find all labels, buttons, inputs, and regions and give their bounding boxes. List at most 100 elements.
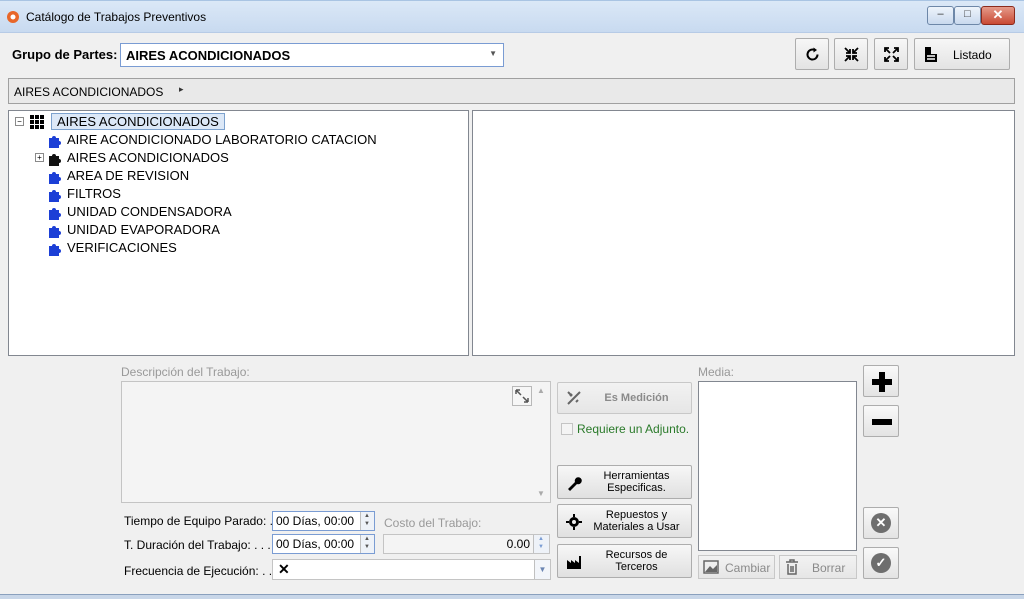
spin-up-icon[interactable]: ▲ xyxy=(364,536,370,542)
trash-icon xyxy=(786,559,798,575)
frecuencia-value: ✕ xyxy=(278,561,290,577)
tiempo-parado-input[interactable]: 00 Días, 00:00 ▲ ▼ xyxy=(272,511,375,531)
title-bar: Catálogo de Trabajos Preventivos – □ ✕ xyxy=(0,1,1024,33)
tree-node-label: VERIFICACIONES xyxy=(67,240,177,255)
borrar-button[interactable]: Borrar xyxy=(779,555,857,579)
factory-icon xyxy=(567,556,581,569)
puzzle-piece-icon xyxy=(49,226,61,238)
collapse-toggle-icon[interactable]: − xyxy=(15,117,24,126)
descripcion-label: Descripción del Trabajo: xyxy=(121,365,250,379)
costo-label: Costo del Trabajo: xyxy=(384,516,482,530)
collapse-all-button[interactable] xyxy=(834,38,868,70)
tree-node-label: UNIDAD EVAPORADORA xyxy=(67,222,220,237)
borrar-label: Borrar xyxy=(812,561,846,575)
accept-button[interactable]: ✓ xyxy=(863,547,899,579)
refresh-icon xyxy=(806,47,819,61)
gear-icon xyxy=(566,514,582,530)
tree-node-label: AIRE ACONDICIONADO LABORATORIO CATACION xyxy=(67,132,377,147)
chevron-right-icon[interactable]: ▸ xyxy=(179,84,184,95)
detail-panel xyxy=(472,110,1015,356)
herramientas-label: Herramientas Especificas. xyxy=(603,470,670,494)
tree-node-label: FILTROS xyxy=(67,186,121,201)
minimize-button[interactable]: – xyxy=(927,6,954,25)
repuestos-label: Repuestos y Materiales a Usar xyxy=(593,509,680,533)
close-icon: ✕ xyxy=(992,7,1004,22)
puzzle-piece-icon xyxy=(49,136,61,148)
image-icon xyxy=(703,560,719,574)
costo-input[interactable]: 0.00 ▲ ▼ xyxy=(383,534,550,554)
app-gear-icon xyxy=(7,11,19,23)
spin-down-icon[interactable]: ▼ xyxy=(538,544,544,550)
grupo-partes-select[interactable]: AIRES ACONDICIONADOS ▼ xyxy=(120,43,504,67)
puzzle-piece-icon xyxy=(49,244,61,256)
recursos-label: Recursos de Terceros xyxy=(605,549,668,573)
minimize-icon: – xyxy=(937,8,944,20)
maximize-button[interactable]: □ xyxy=(954,6,981,25)
expand-all-button[interactable] xyxy=(874,38,908,70)
cancel-x-icon: ✕ xyxy=(871,513,891,533)
herramientas-button[interactable]: Herramientas Especificas. xyxy=(557,465,692,499)
duracion-label: T. Duración del Trabajo: . . . xyxy=(124,538,271,552)
grupo-partes-label: Grupo de Partes: xyxy=(12,47,118,62)
spin-up-icon[interactable]: ▲ xyxy=(538,536,544,542)
close-button[interactable]: ✕ xyxy=(981,6,1015,25)
grid-icon xyxy=(30,115,44,129)
maximize-icon: □ xyxy=(964,8,971,20)
listado-label: Listado xyxy=(953,48,992,62)
frecuencia-select[interactable]: ✕ ▼ xyxy=(272,559,551,580)
grupo-partes-value: AIRES ACONDICIONADOS xyxy=(126,48,291,63)
tree-node-label: AREA DE REVISION xyxy=(67,168,190,183)
refresh-button[interactable] xyxy=(795,38,829,70)
scroll-down-icon[interactable]: ▼ xyxy=(537,489,545,498)
tree-root-label: AIRES ACONDICIONADOS xyxy=(51,113,225,130)
expand-editor-button[interactable] xyxy=(512,386,532,406)
breadcrumb: AIRES ACONDICIONADOS ▸ xyxy=(8,78,1015,104)
media-list[interactable] xyxy=(698,381,857,551)
chevron-down-icon[interactable]: ▼ xyxy=(534,560,550,579)
remove-media-button[interactable] xyxy=(863,405,899,437)
spin-down-icon[interactable]: ▼ xyxy=(364,521,370,527)
taskbar xyxy=(0,594,1024,599)
plus-icon xyxy=(872,372,892,392)
checkbox-box[interactable] xyxy=(561,423,573,435)
descripcion-scrollbar[interactable]: ▲ ▼ xyxy=(533,382,550,502)
requiere-adjunto-label: Requiere un Adjunto. xyxy=(577,422,690,436)
cancel-button[interactable]: ✕ xyxy=(863,507,899,539)
breadcrumb-item[interactable]: AIRES ACONDICIONADOS xyxy=(14,85,163,99)
tree-node-label: AIRES ACONDICIONADOS xyxy=(67,150,229,165)
tiempo-parado-spinner[interactable]: ▲ ▼ xyxy=(360,512,374,530)
puzzle-piece-icon xyxy=(49,190,61,202)
es-medicion-label: Es Medición xyxy=(604,392,669,404)
duracion-value: 00 Días, 00:00 xyxy=(276,537,355,551)
report-icon xyxy=(925,47,937,62)
costo-spinner[interactable]: ▲ ▼ xyxy=(533,535,549,553)
add-media-button[interactable] xyxy=(863,365,899,397)
media-label: Media: xyxy=(698,365,735,379)
collapse-icon xyxy=(844,47,859,62)
descripcion-textarea[interactable]: ▲ ▼ xyxy=(121,381,551,503)
listado-button[interactable]: Listado xyxy=(914,38,1010,70)
recursos-button[interactable]: Recursos de Terceros xyxy=(557,544,692,578)
tiempo-parado-value: 00 Días, 00:00 xyxy=(276,514,355,528)
tiempo-parado-label: Tiempo de Equipo Parado: . xyxy=(124,514,273,528)
chevron-down-icon: ▼ xyxy=(489,49,497,58)
duracion-input[interactable]: 00 Días, 00:00 ▲ ▼ xyxy=(272,534,375,554)
tree-node-label: UNIDAD CONDENSADORA xyxy=(67,204,232,219)
spin-up-icon[interactable]: ▲ xyxy=(364,513,370,519)
repuestos-button[interactable]: Repuestos y Materiales a Usar xyxy=(557,504,692,538)
costo-value: 0.00 xyxy=(506,537,530,551)
expand-toggle-icon[interactable]: + xyxy=(35,153,44,162)
ruler-pencil-icon xyxy=(567,391,581,405)
expand-icon xyxy=(884,47,899,62)
checkmark-icon: ✓ xyxy=(871,553,891,573)
spin-down-icon[interactable]: ▼ xyxy=(364,544,370,550)
duracion-spinner[interactable]: ▲ ▼ xyxy=(360,535,374,553)
puzzle-piece-icon xyxy=(49,208,61,220)
cambiar-label: Cambiar xyxy=(725,561,771,575)
expand-arrows-icon xyxy=(515,389,529,403)
window-title: Catálogo de Trabajos Preventivos xyxy=(26,10,207,24)
cambiar-button[interactable]: Cambiar xyxy=(698,555,775,579)
parts-tree[interactable]: − AIRES ACONDICIONADOS AIRE ACONDICIONAD… xyxy=(8,110,469,356)
es-medicion-button[interactable]: Es Medición xyxy=(557,382,692,414)
scroll-up-icon[interactable]: ▲ xyxy=(537,386,545,395)
